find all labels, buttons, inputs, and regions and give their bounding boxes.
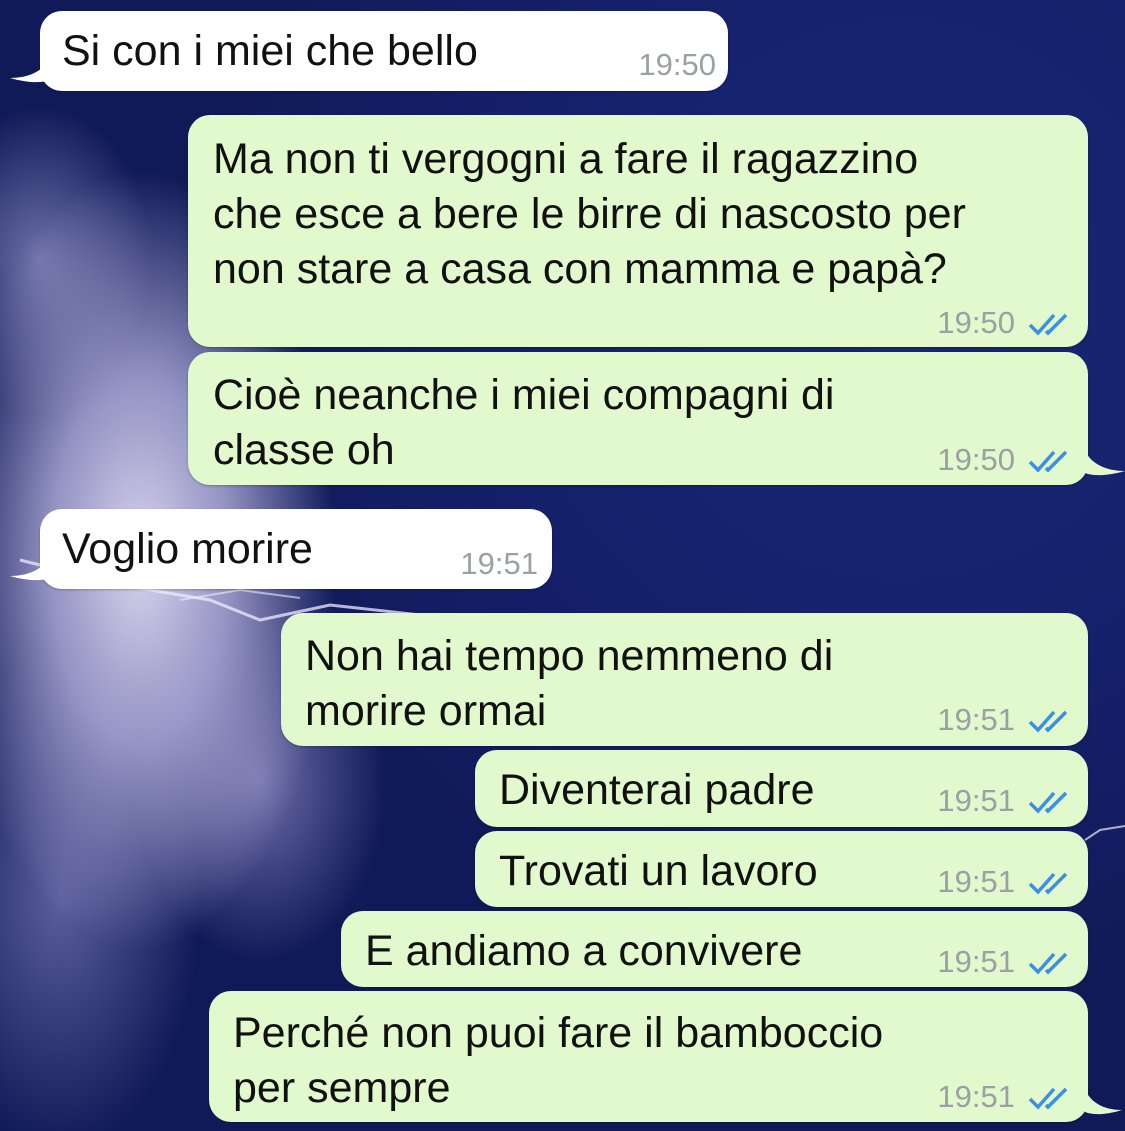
message-time: 19:51 <box>937 783 1015 818</box>
double-check-icon <box>1028 450 1068 473</box>
message-text: Perché non puoi fare il bamboccio per se… <box>233 1009 884 1112</box>
message-bubble-outgoing[interactable]: Trovati un lavoro 19:51 <box>475 831 1088 907</box>
message-bubble-outgoing[interactable]: Perché non puoi fare il bamboccio per se… <box>209 991 1088 1122</box>
message-text: Diventerai padre <box>499 766 815 814</box>
message-time: 19:51 <box>937 944 1015 979</box>
double-check-icon <box>1028 872 1068 895</box>
message-time: 19:50 <box>937 305 1015 340</box>
message-text: Si con i miei che bello <box>62 27 478 75</box>
message-bubble-outgoing[interactable]: E andiamo a convivere 19:51 <box>341 911 1088 987</box>
bubble-tail <box>10 58 50 83</box>
message-time: 19:50 <box>638 47 716 82</box>
message-time: 19:51 <box>937 864 1015 899</box>
double-check-icon <box>1028 710 1068 733</box>
double-check-icon <box>1028 313 1068 336</box>
message-time: 19:51 <box>460 546 538 581</box>
bubble-tail <box>10 556 50 581</box>
double-check-icon <box>1028 791 1068 814</box>
message-time: 19:50 <box>937 442 1015 477</box>
bubble-tail <box>1085 451 1125 476</box>
message-time: 19:51 <box>937 702 1015 737</box>
message-text: Cioè neanche i miei compagni di classe o… <box>213 371 835 474</box>
message-bubble-incoming[interactable]: Voglio morire 19:51 <box>40 509 552 589</box>
message-text: E andiamo a convivere <box>365 927 803 975</box>
message-time: 19:51 <box>937 1079 1015 1114</box>
message-text: Non hai tempo nemmeno di morire ormai <box>305 632 834 735</box>
message-bubble-outgoing[interactable]: Diventerai padre 19:51 <box>475 750 1088 827</box>
double-check-icon <box>1028 952 1068 975</box>
message-bubble-outgoing[interactable]: Ma non ti vergogni a fare il ragazzino c… <box>188 115 1088 347</box>
message-text: Voglio morire <box>62 525 313 573</box>
message-text: Ma non ti vergogni a fare il ragazzino c… <box>213 135 966 293</box>
double-check-icon <box>1028 1087 1068 1110</box>
message-bubble-outgoing[interactable]: Cioè neanche i miei compagni di classe o… <box>188 352 1088 485</box>
bubble-tail <box>1085 1090 1122 1115</box>
message-bubble-outgoing[interactable]: Non hai tempo nemmeno di morire ormai 19… <box>281 613 1088 746</box>
message-bubble-incoming[interactable]: Si con i miei che bello 19:50 <box>40 11 728 91</box>
message-text: Trovati un lavoro <box>499 847 818 895</box>
